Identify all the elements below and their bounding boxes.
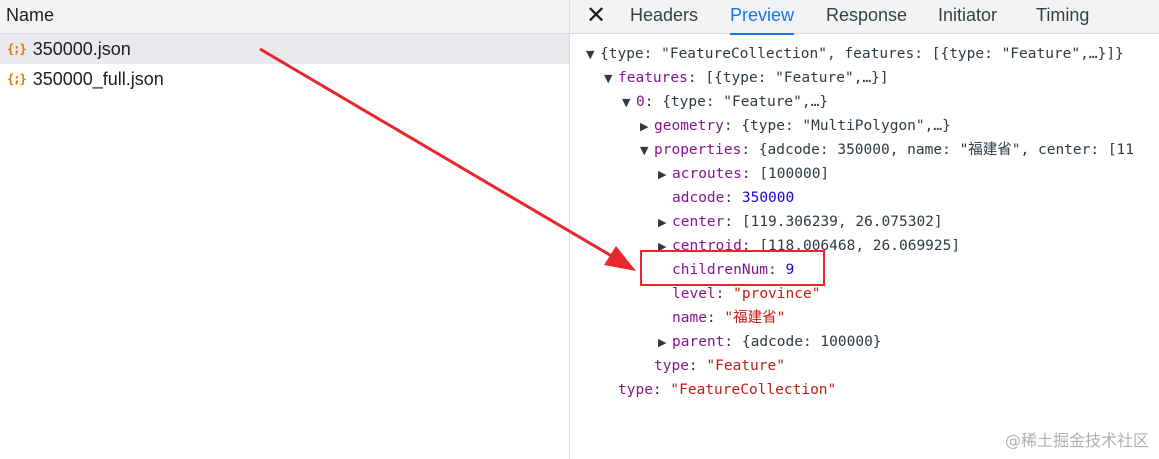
tree-value: {type: "MultiPolygon",…} [741,118,951,134]
tree-node[interactable]: ▶ center: [119.306239, 26.075302] [570,210,1159,234]
collapsed-triangle-icon[interactable]: ▶ [658,331,672,354]
tree-separator: : [741,142,759,158]
tree-value: [119.306239, 26.075302] [741,214,943,230]
expanded-triangle-icon[interactable]: ▼ [586,43,600,66]
tree-node[interactable]: ▼ {type: "FeatureCollection", features: [… [570,42,1159,66]
expanded-triangle-icon[interactable]: ▼ [640,139,654,162]
tree-separator: : [687,70,706,86]
tree-separator: : [724,190,742,206]
tree-separator: : [724,214,742,230]
tree-value: {adcode: 350000, name: "福建省", center: [1… [758,142,1135,158]
tree-value: [{type: "Feature",…}] [705,70,889,86]
expanded-triangle-icon[interactable]: ▼ [622,91,636,114]
tree-separator: : [741,166,760,182]
name-column-header[interactable]: Name [0,0,569,34]
tab-headers[interactable]: Headers [630,0,698,34]
tree-separator: : [652,382,671,398]
tab-timing[interactable]: Timing [1036,0,1089,34]
tab-initiator[interactable]: Initiator [938,0,997,34]
tree-node[interactable]: ▼ properties: {adcode: 350000, name: "福建省… [570,138,1159,162]
tree-node[interactable]: ▼ 0: {type: "Feature",…} [570,90,1159,114]
request-row-350000-json[interactable]: {;} 350000.json [0,34,569,64]
request-name: 350000.json [32,38,131,59]
tree-separator: : [724,334,742,350]
request-name: 350000_full.json [32,68,164,89]
tree-node: type: "Feature" [570,354,1159,378]
watermark: @稀土掘金技术社区 [1004,431,1149,450]
tree-node: name: "福建省" [570,306,1159,330]
tree-value: "福建省" [724,310,786,326]
tab-response[interactable]: Response [826,0,907,34]
tree-value: {adcode: 100000} [741,334,882,350]
tree-node: type: "FeatureCollection" [570,378,1159,402]
tree-key: name [672,310,707,326]
json-preview-tree: ▼ {type: "FeatureCollection", features: [… [570,42,1159,402]
tree-node: adcode: 350000 [570,186,1159,210]
expanded-triangle-icon[interactable]: ▼ [604,67,618,90]
tree-node[interactable]: ▶ geometry: {type: "MultiPolygon",…} [570,114,1159,138]
details-tab-bar: ✕ Headers Preview Response Initiator Tim… [570,0,1159,35]
tree-key: properties [654,142,742,158]
tree-key: parent [672,334,725,350]
json-file-icon: {;} [7,72,27,86]
tree-value: "Feature" [706,358,785,374]
tab-preview[interactable]: Preview [730,0,795,35]
tree-value: {type: "Feature",…} [662,94,829,110]
tree-key: 0 [636,94,645,110]
tree-key: center [672,214,725,230]
request-list-panel: Name {;} 350000.json {;} 350000_full.jso… [0,0,569,459]
collapsed-triangle-icon[interactable]: ▶ [640,115,654,138]
tree-key: acroutes [672,166,742,182]
tree-separator: : [715,286,734,302]
tree-separator: : [644,94,663,110]
tree-separator: : [706,310,725,326]
tree-key: type [618,382,653,398]
tree-key: adcode [672,190,725,206]
tree-separator: : [688,358,707,374]
tree-key: features [618,70,688,86]
tree-value: "FeatureCollection" [670,382,837,398]
tree-key: type [654,358,689,374]
tree-value: [100000] [759,166,830,182]
json-file-icon: {;} [7,42,27,56]
tree-node[interactable]: ▼ features: [{type: "Feature",…}] [570,66,1159,90]
tree-value: "province" [733,286,821,302]
collapsed-triangle-icon[interactable]: ▶ [658,163,672,186]
tree-key: geometry [654,118,724,134]
tree-node[interactable]: ▶ parent: {adcode: 100000} [570,330,1159,354]
tree-node[interactable]: ▶ acroutes: [100000] [570,162,1159,186]
tree-separator: : [723,118,742,134]
request-row-350000-full-json[interactable]: {;} 350000_full.json [0,64,569,94]
close-icon[interactable]: ✕ [584,3,608,27]
tree-key: level [672,286,716,302]
annotation-highlight-box [640,250,825,286]
request-details-panel: ✕ Headers Preview Response Initiator Tim… [570,0,1159,459]
devtools-network-view: Name {;} 350000.json {;} 350000_full.jso… [0,0,1159,459]
tree-value: {type: "FeatureCollection", features: [{… [600,46,1124,62]
collapsed-triangle-icon[interactable]: ▶ [658,211,672,234]
tree-value: 350000 [741,190,795,206]
